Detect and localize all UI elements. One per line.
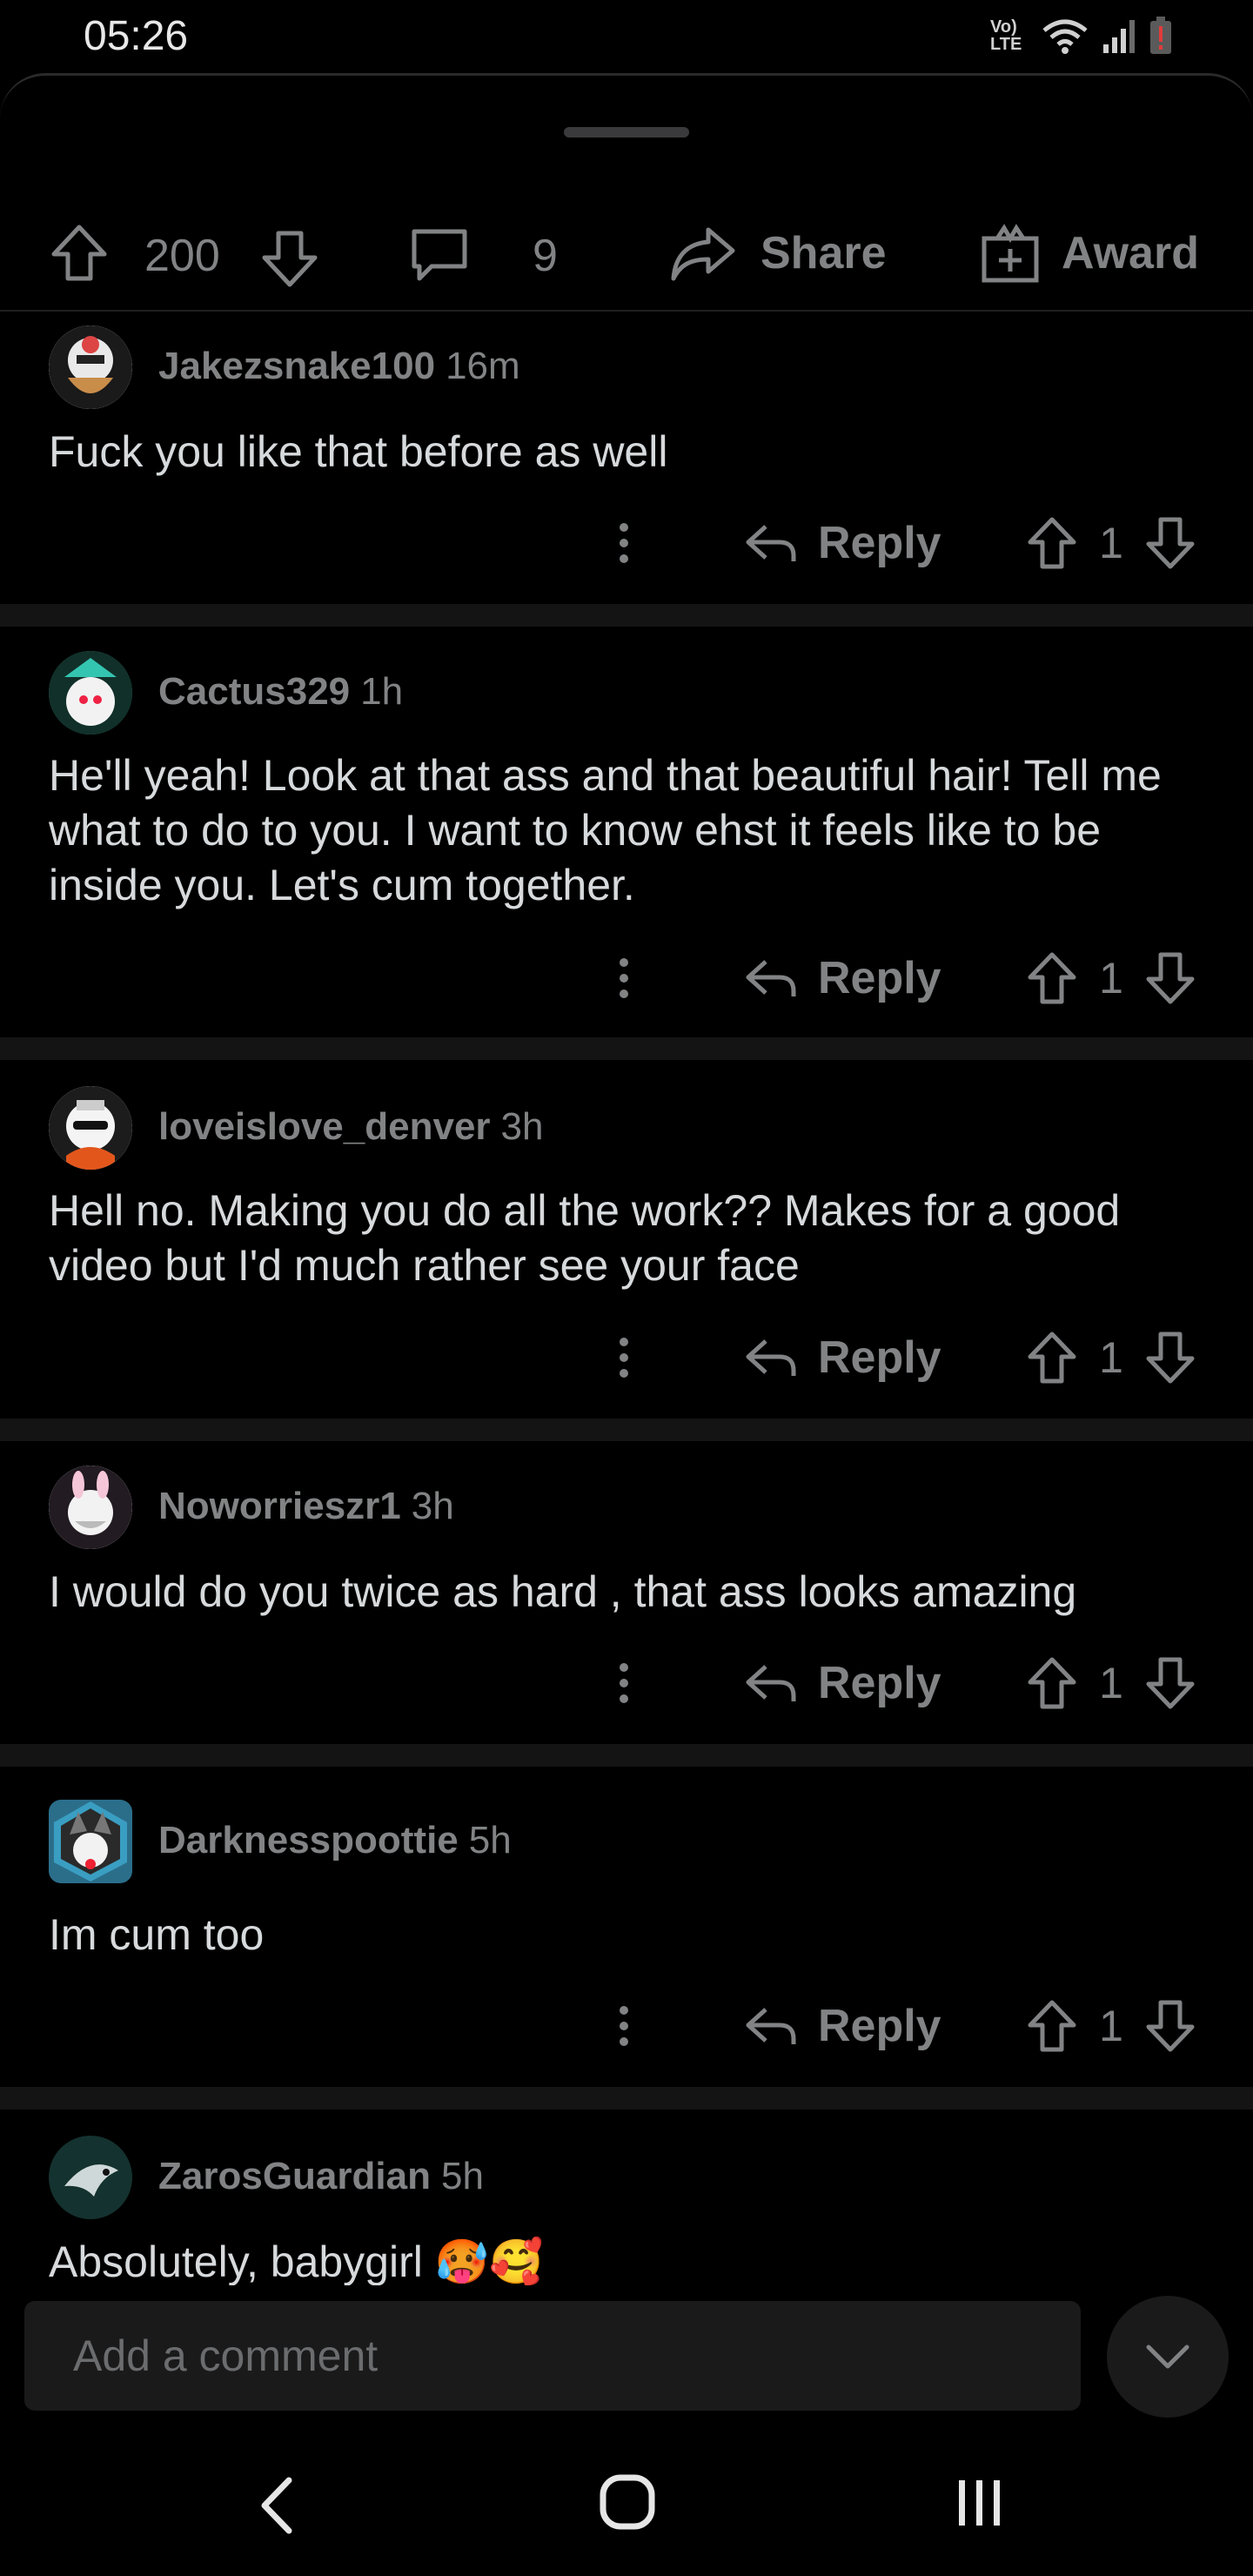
share-icon (671, 227, 735, 281)
reply-button[interactable]: Reply (745, 1648, 941, 1718)
collapse-button[interactable] (1107, 2296, 1229, 2418)
reply-label: Reply (818, 518, 941, 568)
comment-score: 1 (1099, 1659, 1123, 1707)
reply-icon (746, 525, 796, 561)
upvote-icon[interactable] (49, 223, 110, 284)
chevron-down-icon (1146, 2345, 1189, 2369)
award-label: Award (1062, 228, 1199, 278)
comment-vote: 1 (1027, 1991, 1196, 2061)
status-icons: Vo) LTE (990, 16, 1173, 56)
comment-author[interactable]: ZarosGuardian 5h (158, 2155, 484, 2198)
comment-score: 1 (1099, 954, 1123, 1003)
drag-handle[interactable] (564, 127, 689, 138)
award-button[interactable]: Award (980, 223, 1199, 284)
reply-icon (746, 960, 796, 996)
downvote-icon[interactable] (1145, 951, 1196, 1005)
comment-time: 5h (468, 1819, 512, 1862)
comment-author[interactable]: Noworrieszr1 3h (158, 1485, 454, 1528)
more-options-icon[interactable] (611, 1323, 637, 1392)
comment-author[interactable]: loveislove_denver 3h (158, 1105, 544, 1149)
comment-time: 3h (500, 1105, 544, 1148)
comment-author[interactable]: Cactus329 1h (158, 670, 403, 714)
downvote-icon[interactable] (259, 228, 320, 289)
upvote-icon[interactable] (1027, 1656, 1077, 1710)
more-options-icon[interactable] (611, 508, 637, 578)
reply-label: Reply (818, 2001, 941, 2051)
status-time: 05:26 (84, 13, 189, 59)
volte-icon: Vo) LTE (990, 17, 1022, 54)
nav-back-icon[interactable] (258, 2475, 298, 2536)
comment-body: I would do you twice as hard , that ass … (49, 1567, 1077, 1616)
signal-icon (1103, 20, 1135, 53)
comment-score: 1 (1099, 1333, 1123, 1382)
reply-icon (746, 1339, 796, 1376)
downvote-icon[interactable] (1145, 516, 1196, 570)
reply-button[interactable]: Reply (745, 1323, 941, 1392)
avatar[interactable] (49, 1086, 132, 1170)
more-options-icon[interactable] (611, 1991, 637, 2061)
avatar[interactable] (49, 325, 132, 409)
comment-vote: 1 (1027, 1323, 1196, 1392)
reply-button[interactable]: Reply (745, 508, 941, 578)
award-icon (982, 224, 1039, 283)
vote-count: 200 (144, 231, 220, 281)
comment-author[interactable]: Jakezsnake100 16m (158, 345, 520, 388)
post-action-bar: 200 9 Share Award (0, 197, 1253, 312)
reply-icon (746, 1665, 796, 1701)
avatar[interactable] (49, 1466, 132, 1549)
comment-separator (0, 1037, 1253, 1060)
more-options-icon[interactable] (611, 943, 637, 1013)
upvote-icon[interactable] (1027, 1331, 1077, 1385)
share-button[interactable]: Share (670, 223, 887, 284)
comment-time: 16m (446, 345, 520, 387)
comment-vote: 1 (1027, 943, 1196, 1013)
wifi-icon (1042, 19, 1088, 54)
comment-separator (0, 1419, 1253, 1441)
upvote-icon[interactable] (1027, 516, 1077, 570)
downvote-icon[interactable] (1145, 1999, 1196, 2053)
comment-icon[interactable] (409, 226, 470, 284)
more-options-icon[interactable] (611, 1648, 637, 1718)
comment-separator (0, 2087, 1253, 2110)
comment-body: Fuck you like that before as well (49, 427, 668, 476)
nav-recents-icon[interactable] (954, 2477, 1006, 2529)
reply-icon (746, 2008, 796, 2044)
add-comment-placeholder: Add a comment (73, 2331, 379, 2380)
comment-score: 1 (1099, 519, 1123, 567)
avatar[interactable] (49, 651, 132, 735)
battery-low-icon (1150, 17, 1171, 54)
comment-body: Hell no. Making you do all the work?? Ma… (49, 1186, 1121, 1290)
avatar[interactable] (49, 2136, 132, 2219)
comment-vote: 1 (1027, 1648, 1196, 1718)
avatar[interactable] (49, 1800, 132, 1883)
comment-body: He'll yeah! Look at that ass and that be… (49, 751, 1162, 909)
upvote-icon[interactable] (1027, 1999, 1077, 2053)
reply-label: Reply (818, 953, 941, 1003)
comment-vote: 1 (1027, 508, 1196, 578)
reply-button[interactable]: Reply (745, 943, 941, 1013)
comment-time: 5h (440, 2155, 484, 2197)
downvote-icon[interactable] (1145, 1331, 1196, 1385)
comment-separator (0, 604, 1253, 627)
comment-time: 1h (360, 670, 404, 713)
reply-label: Reply (818, 1658, 941, 1708)
nav-home-icon[interactable] (599, 2473, 656, 2531)
comment-time: 3h (411, 1485, 454, 1527)
comment-separator (0, 1744, 1253, 1767)
share-label: Share (761, 228, 887, 278)
comment-author[interactable]: Darknesspoottie 5h (158, 1819, 512, 1862)
reply-label: Reply (818, 1332, 941, 1383)
add-comment-input[interactable]: Add a comment (24, 2301, 1081, 2411)
upvote-icon[interactable] (1027, 951, 1077, 1005)
system-nav-bar (0, 2437, 1253, 2576)
comment-body: Absolutely, babygirl 🥵🥰 (49, 2237, 544, 2285)
downvote-icon[interactable] (1145, 1656, 1196, 1710)
comment-count: 9 (533, 231, 558, 281)
comment-body: Im cum too (49, 1910, 265, 1959)
comment-score: 1 (1099, 2002, 1123, 2050)
reply-button[interactable]: Reply (745, 1991, 941, 2061)
